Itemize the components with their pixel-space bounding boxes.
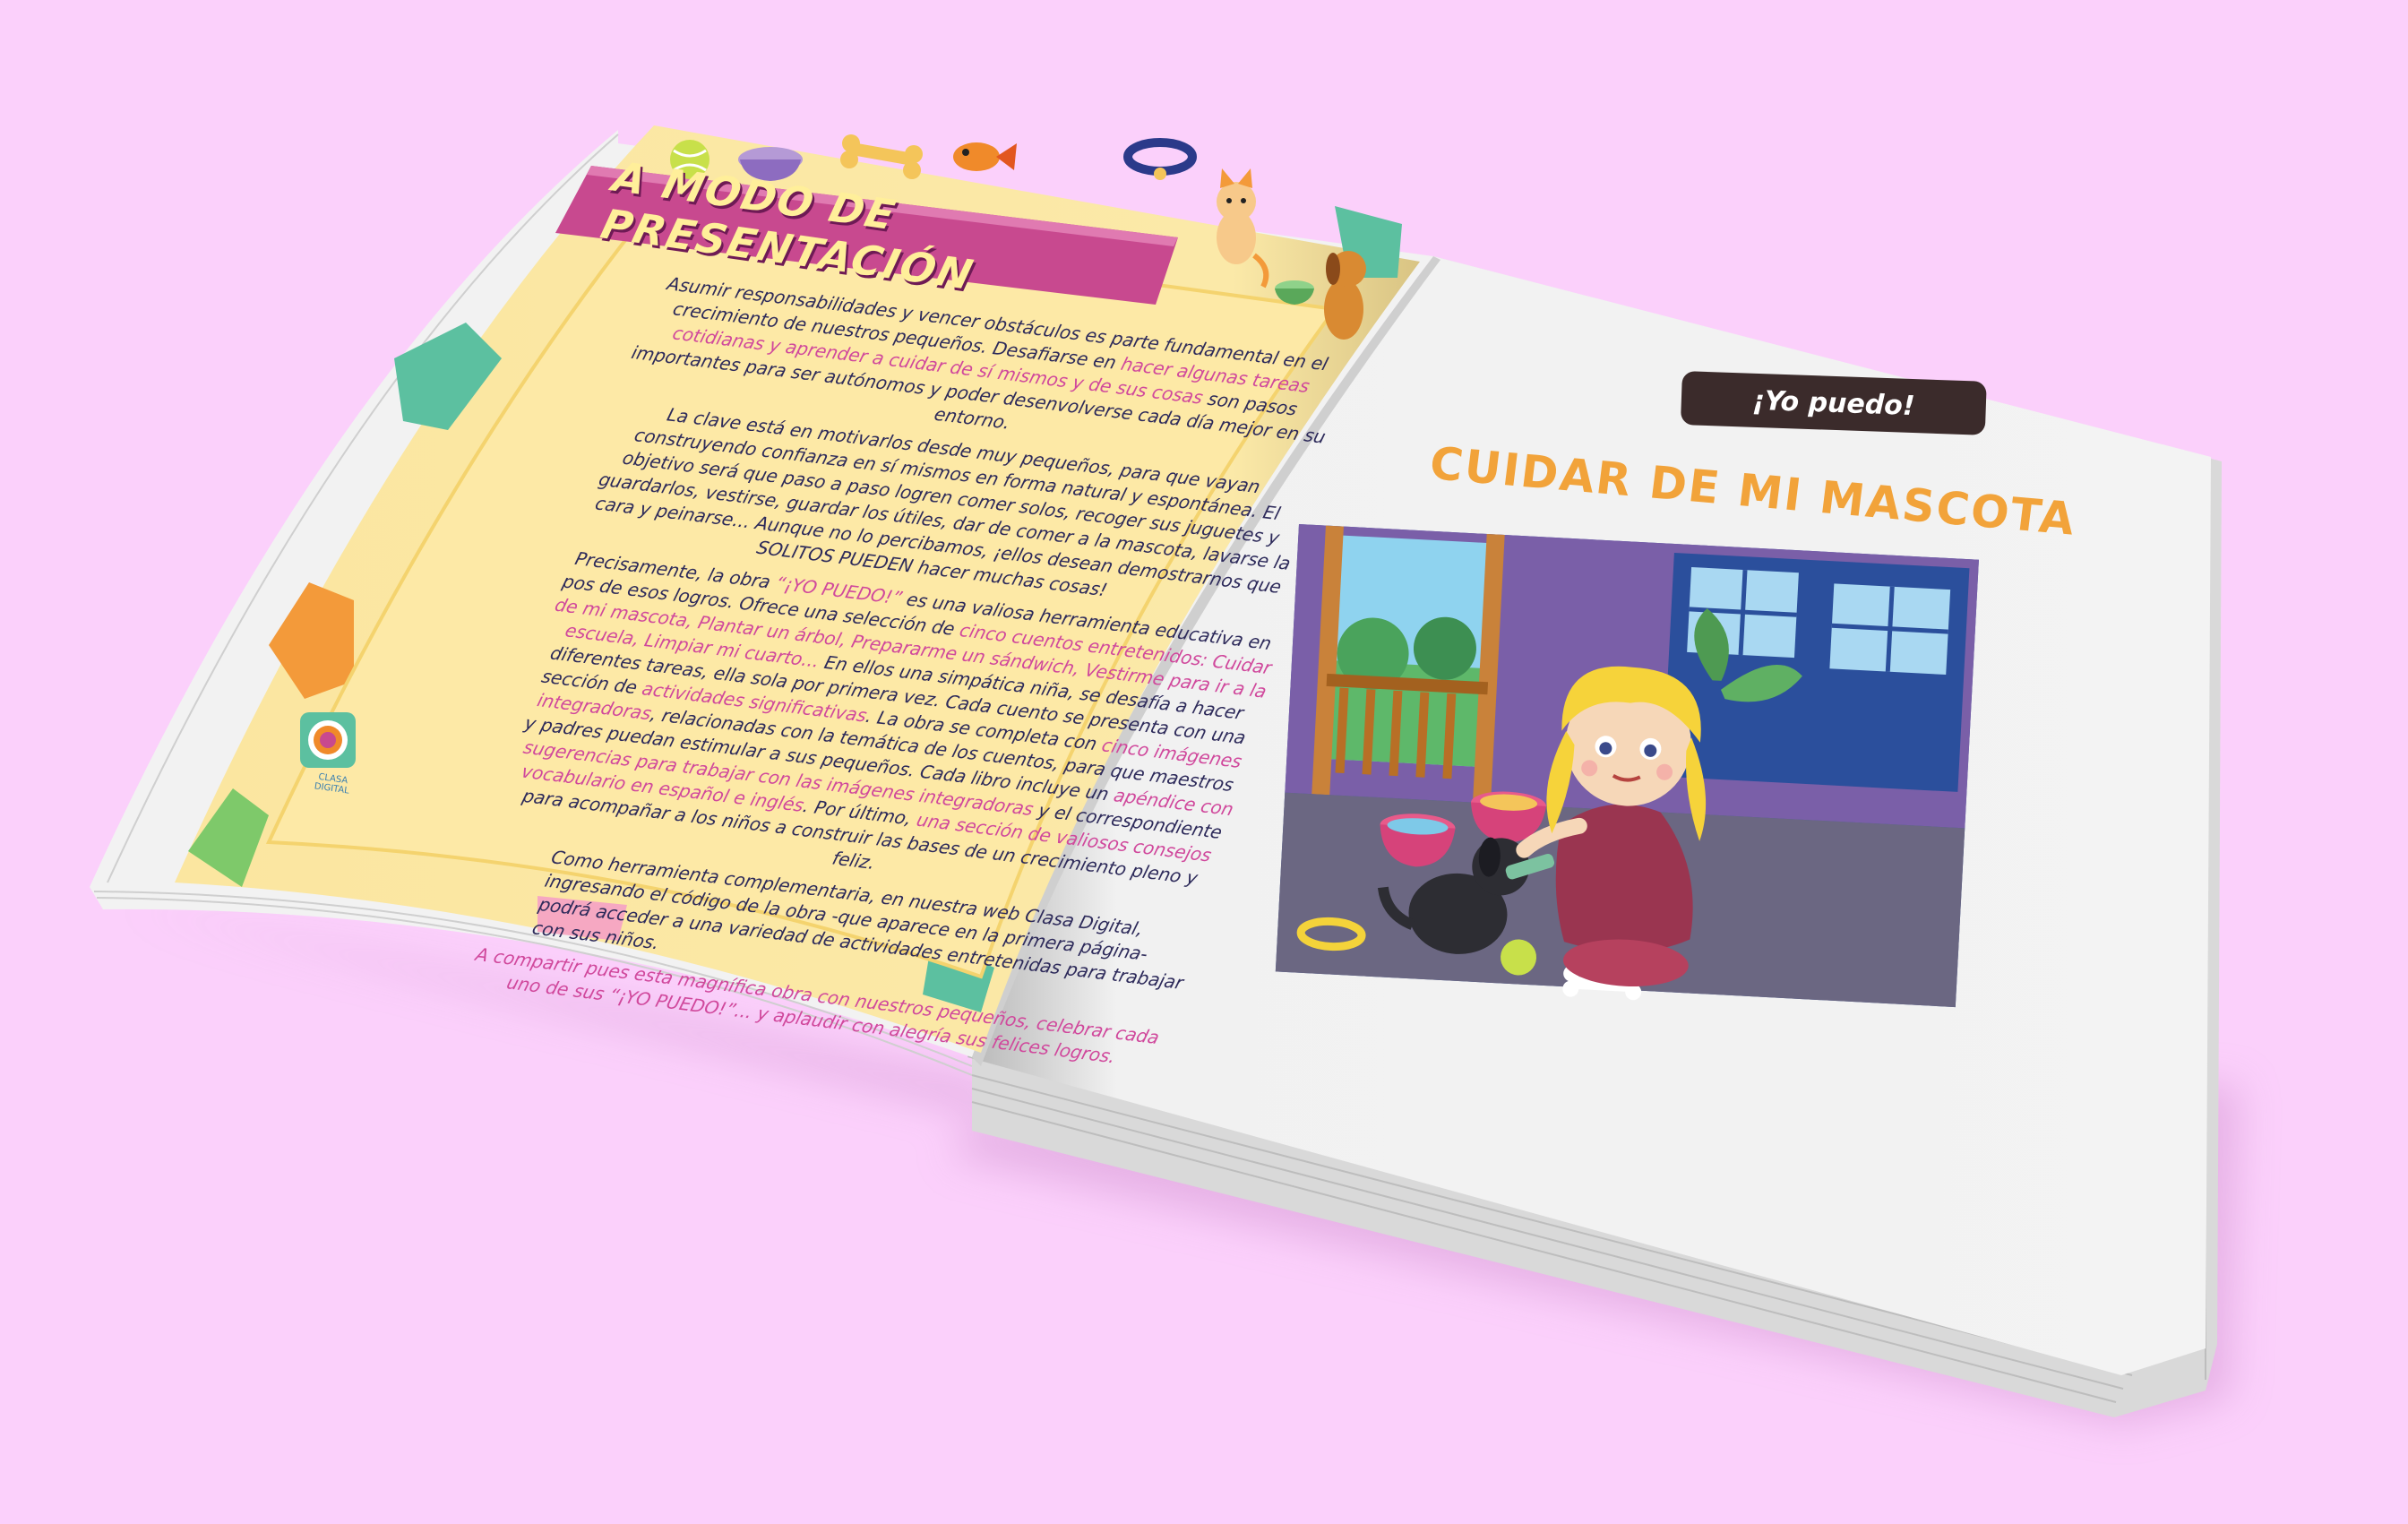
book-scene: A MODO DE PRESENTACIÓN Asumir responsabi… (0, 0, 2408, 1524)
goldfish-icon (953, 142, 1017, 171)
pet-collar-icon (1123, 138, 1197, 180)
story-illustration (1275, 524, 1979, 1008)
dog-icon (1324, 251, 1366, 340)
web-logo-icon (300, 712, 356, 768)
collection-badge: ¡Yo puedo! (1680, 371, 1987, 435)
